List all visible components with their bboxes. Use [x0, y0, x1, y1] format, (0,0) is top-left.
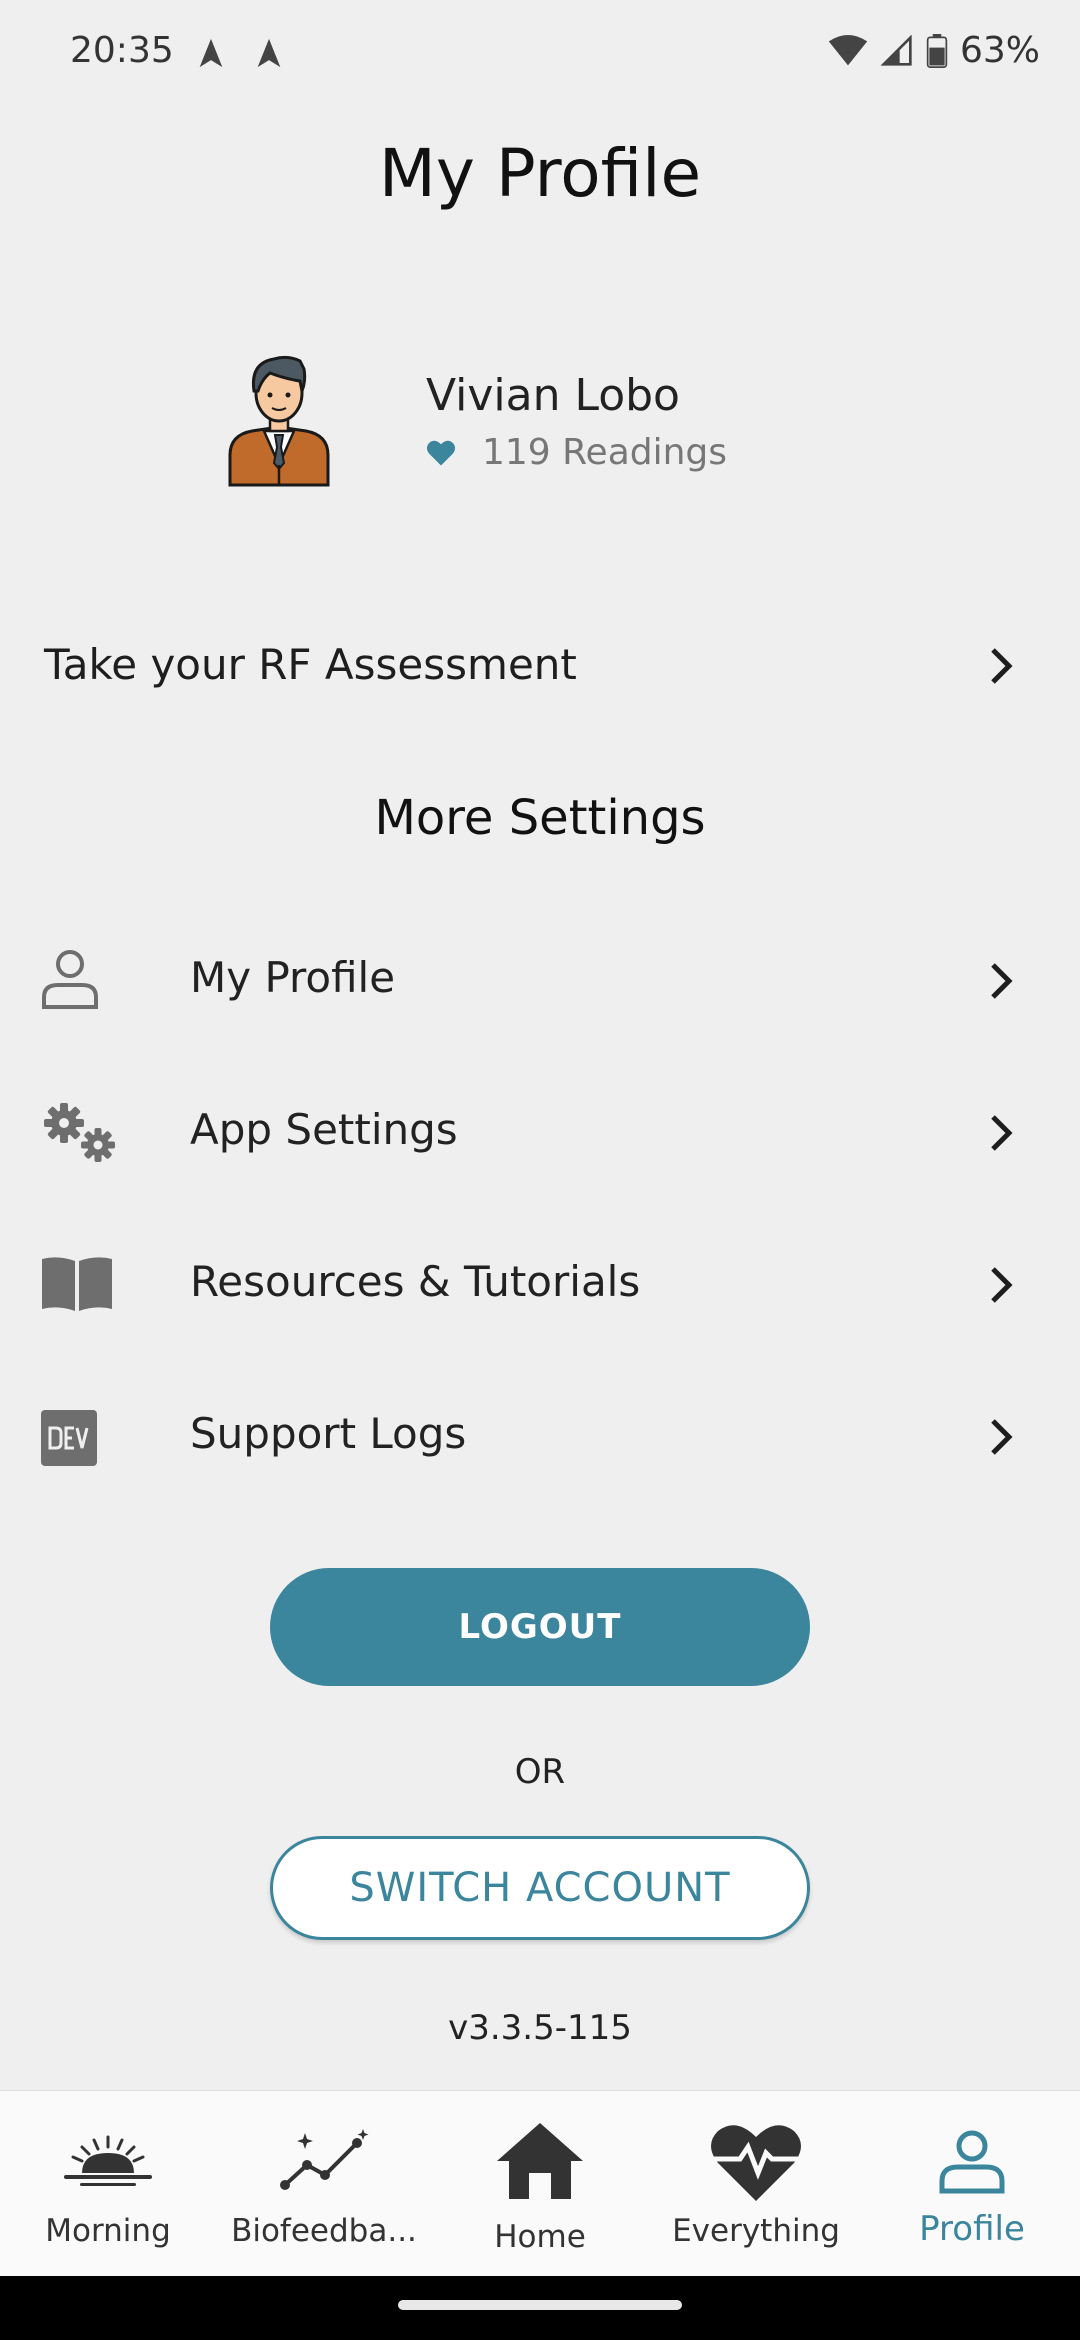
- status-indicators: 63%: [828, 30, 1040, 71]
- nav-label: Home: [494, 2219, 586, 2255]
- settings-item-label: My Profile: [190, 953, 396, 1002]
- nav-item-everything[interactable]: Everything: [648, 2091, 864, 2277]
- settings-item-resources[interactable]: Resources & Tutorials: [0, 1209, 1080, 1359]
- status-bar: 20:35 63%: [0, 0, 1080, 110]
- wifi-icon: [828, 34, 868, 65]
- nav-item-biofeedback[interactable]: Biofeedba...: [216, 2091, 432, 2277]
- cellular-signal-icon: [880, 34, 912, 66]
- nav-item-morning[interactable]: Morning: [0, 2091, 216, 2277]
- gears-icon: [44, 1103, 115, 1162]
- user-outline-icon: [42, 950, 98, 1009]
- settings-item-label: Support Logs: [190, 1409, 467, 1458]
- trend-icon: [280, 2129, 369, 2190]
- chevron-right-icon: [991, 648, 1013, 684]
- more-settings-title: More Settings: [374, 790, 706, 846]
- book-icon: [42, 1257, 112, 1311]
- heart-icon: [426, 440, 456, 465]
- page-title: My Profile: [378, 135, 702, 212]
- sunrise-icon: [64, 2135, 152, 2186]
- chevron-right-icon: [991, 1419, 1013, 1455]
- system-navigation-area: [0, 2276, 1080, 2340]
- gesture-handle[interactable]: [398, 2300, 682, 2310]
- settings-item-support-logs[interactable]: Support Logs: [0, 1361, 1080, 1511]
- or-separator: OR: [514, 1752, 566, 1792]
- status-time: 20:35: [70, 30, 174, 71]
- avatar[interactable]: [226, 355, 332, 493]
- battery-percent: 63%: [959, 30, 1040, 71]
- battery-icon: [926, 33, 948, 68]
- avatar-illustration: [228, 355, 330, 487]
- nav-label: Morning: [45, 2213, 171, 2249]
- settings-item-label: Resources & Tutorials: [190, 1257, 641, 1306]
- nav-label: Biofeedba...: [231, 2213, 417, 2249]
- switch-account-button[interactable]: SWITCH ACCOUNT: [270, 1836, 810, 1940]
- heartbeat-icon: [711, 2125, 801, 2201]
- dev-icon: [41, 1410, 97, 1466]
- profile-readings: 119 Readings: [426, 432, 727, 473]
- settings-item-label: App Settings: [190, 1105, 458, 1154]
- profile-name: Vivian Lobo: [426, 370, 680, 421]
- readings-count: 119 Readings: [482, 432, 728, 473]
- nav-item-home[interactable]: Home: [432, 2091, 648, 2277]
- nav-label: Everything: [672, 2213, 840, 2249]
- app-version: v3.3.5-115: [448, 2008, 632, 2048]
- settings-item-app-settings[interactable]: App Settings: [0, 1057, 1080, 1207]
- rf-assessment-row[interactable]: Take your RF Assessment: [0, 610, 1080, 720]
- nav-label: Profile: [919, 2209, 1025, 2249]
- chevron-right-icon: [991, 1267, 1013, 1303]
- rf-assessment-label: Take your RF Assessment: [44, 640, 577, 689]
- navigation-arrow-icon: [199, 38, 223, 68]
- chevron-right-icon: [991, 1115, 1013, 1151]
- home-icon: [497, 2123, 583, 2199]
- settings-item-my-profile[interactable]: My Profile: [0, 905, 1080, 1055]
- bottom-nav: Morning Biofeedba... Home Everything Pro…: [0, 2090, 1080, 2277]
- nav-item-profile[interactable]: Profile: [864, 2091, 1080, 2277]
- navigation-arrow-icon: [257, 38, 281, 68]
- logout-button[interactable]: LOGOUT: [270, 1568, 810, 1686]
- profile-icon: [939, 2130, 1005, 2194]
- chevron-right-icon: [991, 963, 1013, 999]
